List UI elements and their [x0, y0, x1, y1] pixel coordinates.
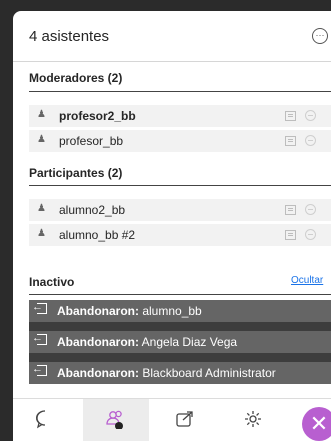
- section-divider: [29, 294, 331, 295]
- left-user-row: Abandonaron: alumno_bb: [29, 300, 331, 322]
- chat-icon[interactable]: [285, 230, 296, 240]
- attendee-row[interactable]: ♟ alumno2_bb: [29, 199, 331, 221]
- left-user-row: Abandonaron: Angela Diaz Vega: [29, 331, 331, 353]
- attendee-row[interactable]: ♟ profesor_bb: [29, 130, 331, 152]
- chat-icon: [35, 410, 46, 429]
- panel-header: 4 asistentes ···: [13, 11, 331, 62]
- attendees-count-title: 4 asistentes: [29, 28, 110, 45]
- left-users-list: Abandonaron: alumno_bb Abandonaron: Ange…: [29, 300, 331, 384]
- attendee-name: alumno_bb #2: [59, 228, 136, 242]
- section-divider: [29, 185, 331, 186]
- tab-attendees[interactable]: [83, 399, 149, 441]
- person-icon: ♟: [37, 109, 46, 120]
- share-content-icon: [176, 411, 193, 427]
- attendee-row[interactable]: ♟ profesor2_bb: [29, 105, 331, 127]
- person-icon: ♟: [37, 203, 46, 214]
- exit-icon: [32, 301, 47, 314]
- attendee-row[interactable]: ♟ alumno_bb #2: [29, 224, 331, 246]
- microphone-off-icon[interactable]: [305, 204, 316, 215]
- exit-icon: [32, 363, 47, 376]
- chat-icon[interactable]: [285, 136, 296, 146]
- left-user-name: Angela Diaz Vega: [141, 335, 238, 349]
- attendee-name: alumno2_bb: [59, 203, 126, 217]
- microphone-off-icon[interactable]: [305, 229, 316, 240]
- person-icon: ♟: [37, 134, 46, 145]
- left-prefix: Abandonaron:: [57, 304, 139, 318]
- left-prefix: Abandonaron:: [57, 335, 139, 349]
- left-user-row: Abandonaron: Blackboard Administrator: [29, 362, 331, 384]
- attendees-icon: [106, 410, 123, 429]
- tab-chat[interactable]: [13, 399, 79, 441]
- inactive-heading: Inactivo: [29, 275, 75, 289]
- left-prefix: Abandonaron:: [57, 366, 139, 380]
- attendees-panel: 4 asistentes ··· Moderadores (2) ♟ profe…: [13, 11, 331, 441]
- tab-settings[interactable]: [221, 399, 287, 441]
- participants-heading: Participantes (2): [29, 166, 123, 180]
- moderators-heading: Moderadores (2): [29, 71, 123, 85]
- attendee-name: profesor2_bb: [59, 109, 136, 123]
- left-user-name: alumno_bb: [142, 304, 202, 318]
- left-user-name: Blackboard Administrator: [142, 366, 276, 380]
- person-icon: ♟: [37, 228, 46, 239]
- chat-icon[interactable]: [285, 205, 296, 215]
- hide-inactive-link[interactable]: Ocultar: [291, 275, 323, 286]
- bottom-tab-bar: ✕: [13, 398, 331, 441]
- microphone-off-icon[interactable]: [305, 135, 316, 146]
- exit-icon: [32, 332, 47, 345]
- attendee-name: profesor_bb: [59, 134, 124, 148]
- close-panel-button[interactable]: ✕: [302, 407, 331, 441]
- more-options-icon[interactable]: ···: [312, 28, 328, 44]
- section-divider: [29, 91, 331, 92]
- chat-icon[interactable]: [285, 111, 296, 121]
- settings-icon: [245, 411, 261, 427]
- tab-share-content[interactable]: [153, 399, 219, 441]
- microphone-off-icon[interactable]: [305, 110, 316, 121]
